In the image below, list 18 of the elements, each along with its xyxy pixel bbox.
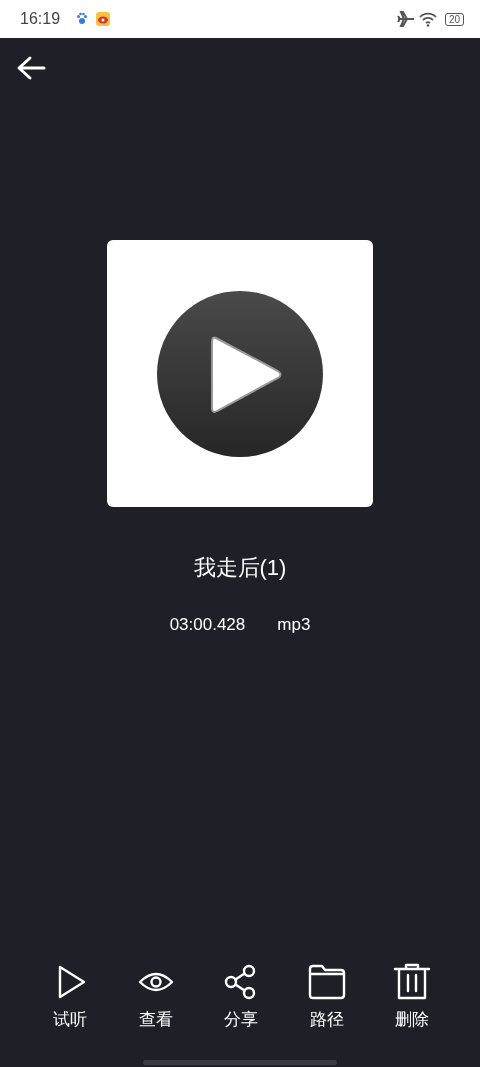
airplane-icon: [396, 11, 415, 27]
play-circle-icon: [156, 289, 324, 458]
action-button[interactable]: 路径: [286, 962, 367, 1032]
track-duration: 03:00.428: [169, 614, 246, 636]
folder-icon: [307, 962, 346, 1001]
wifi-icon: [418, 11, 437, 27]
trash-icon: [393, 962, 431, 1001]
back-arrow-icon[interactable]: [16, 55, 46, 81]
action-button[interactable]: 分享: [201, 962, 281, 1032]
eye-app-icon: [96, 12, 111, 26]
action-button[interactable]: 查看: [115, 962, 196, 1032]
action-button[interactable]: 删除: [372, 962, 452, 1032]
battery-indicator: 20: [444, 12, 464, 26]
action-button[interactable]: 试听: [30, 962, 110, 1032]
track-format: mp3: [277, 614, 311, 636]
paw-icon: [76, 12, 89, 26]
track-title: 我走后(1): [193, 554, 287, 582]
status-time: 16:19: [20, 9, 61, 29]
